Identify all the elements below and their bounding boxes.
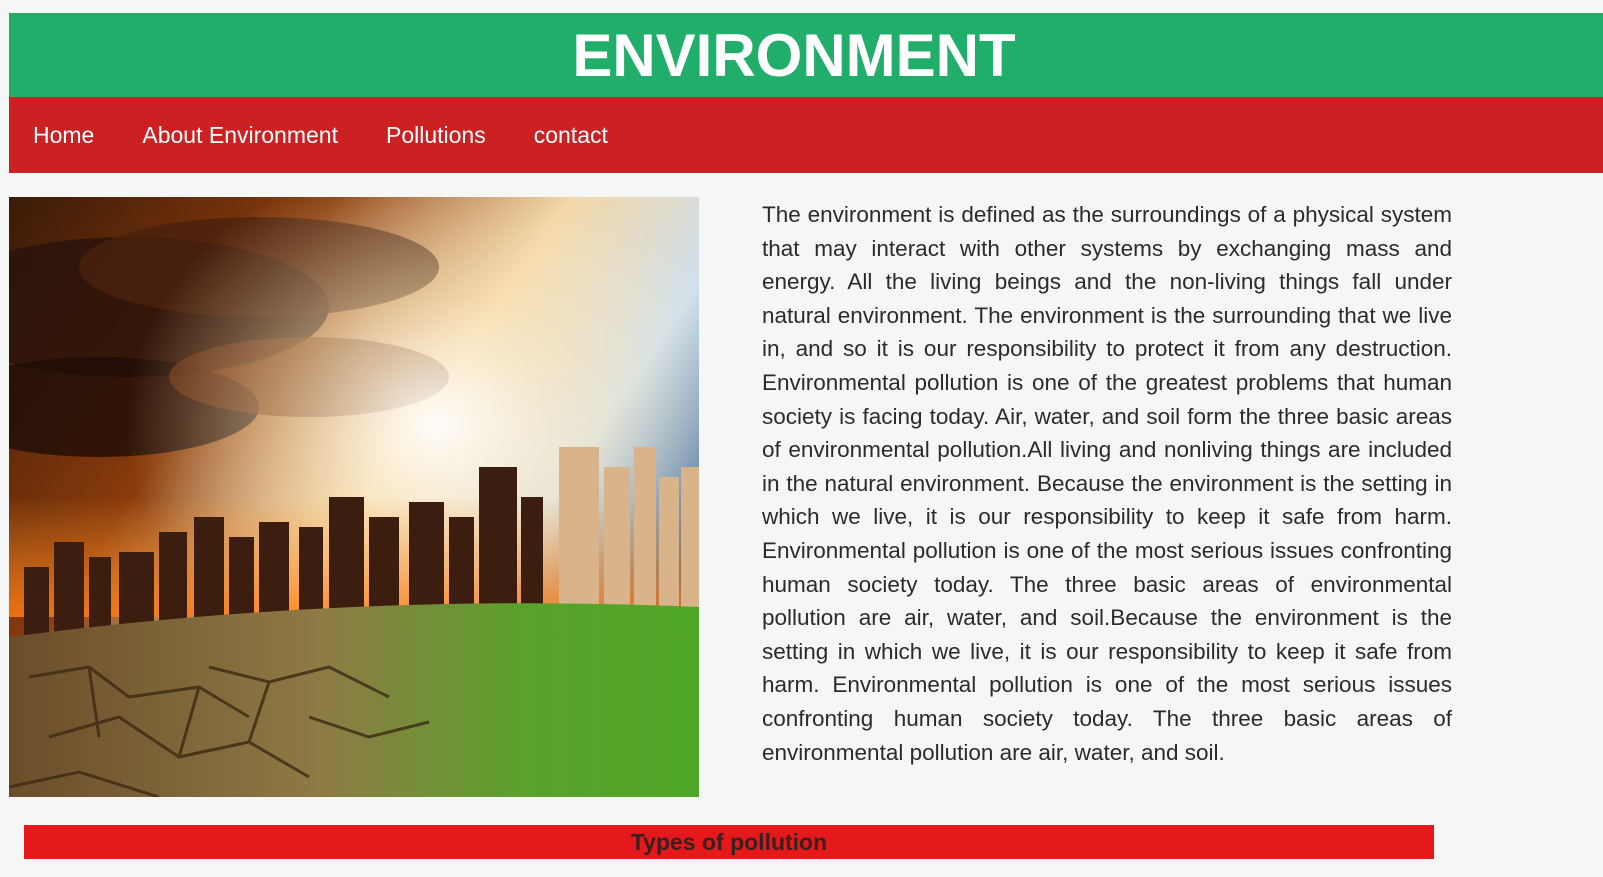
types-of-pollution-bar: Types of pollution (24, 825, 1434, 859)
section-heading: Types of pollution (630, 828, 828, 855)
environment-article-text: The environment is defined as the surrou… (762, 202, 1452, 765)
nav-pollutions-link[interactable]: Pollutions (386, 122, 486, 149)
nav-contact-link[interactable]: contact (534, 122, 608, 149)
city-cracked-earth-image (9, 197, 699, 797)
site-title: ENVIRONMENT (572, 21, 1016, 89)
site-header: ENVIRONMENT (9, 13, 1603, 97)
nav-about-environment-link[interactable]: About Environment (142, 122, 338, 149)
main-nav: Home About Environment Pollutions contac… (9, 97, 1603, 173)
nav-home-link[interactable]: Home (33, 122, 94, 149)
